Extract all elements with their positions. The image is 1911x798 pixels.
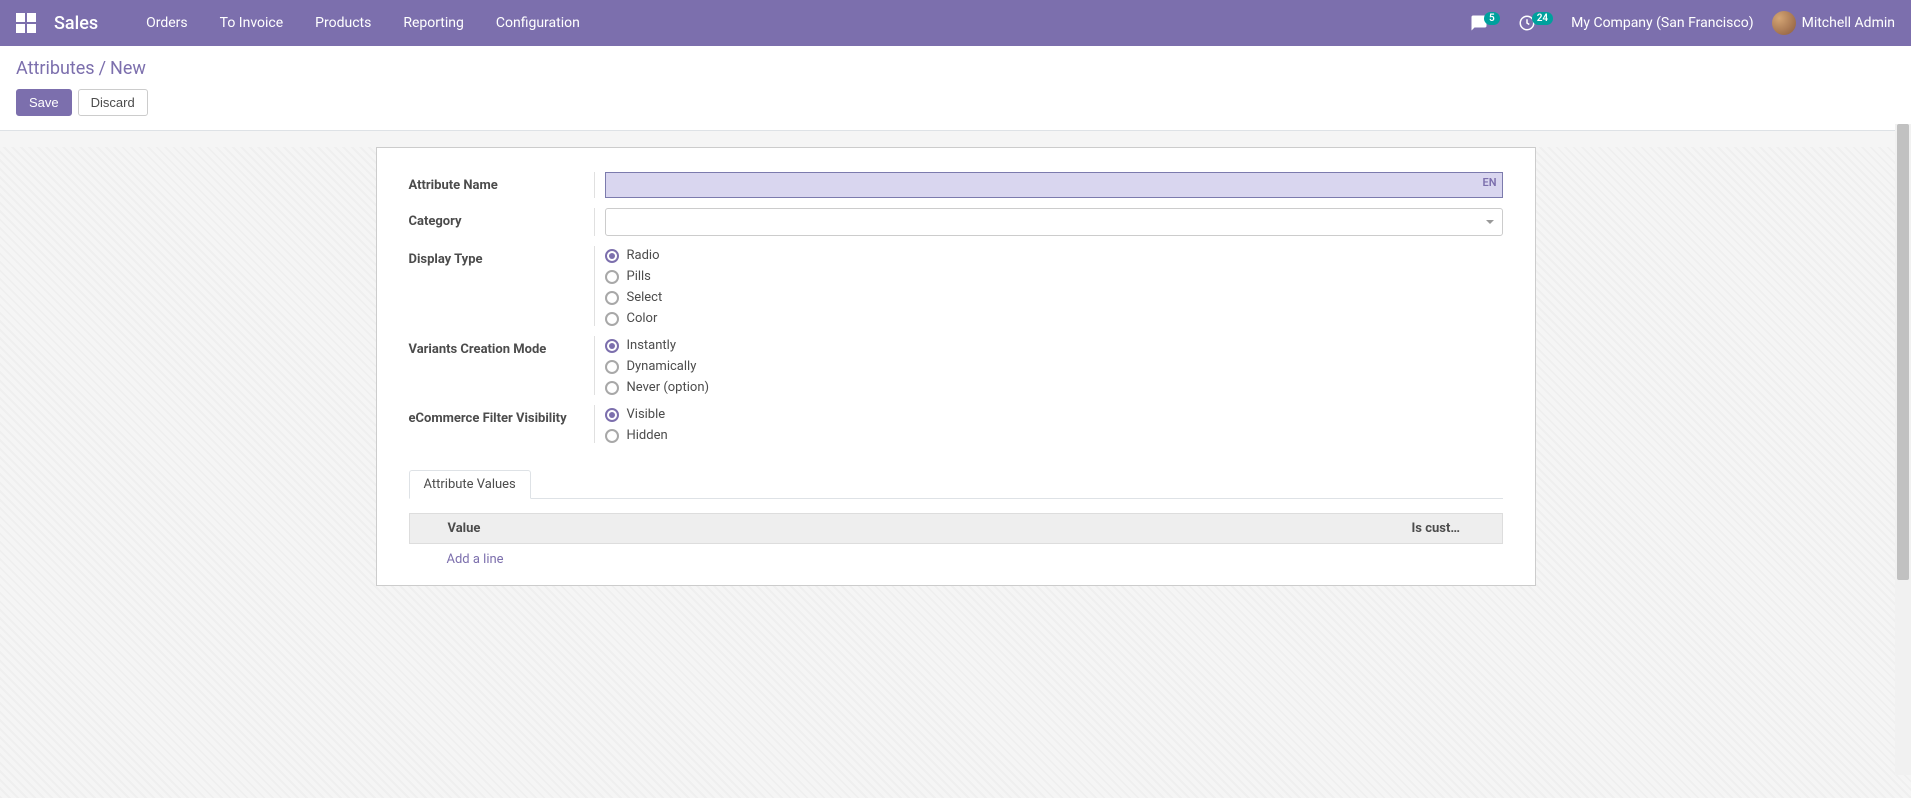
top-navbar: Sales Orders To Invoice Products Reporti… — [0, 0, 1911, 46]
main-area: Attribute Name EN Category Display Type … — [0, 147, 1911, 798]
scrollbar[interactable] — [1895, 124, 1911, 775]
tab-attribute-values[interactable]: Attribute Values — [409, 470, 531, 499]
radio-icon — [605, 249, 619, 263]
radio-icon — [605, 312, 619, 326]
radio-label: Never (option) — [627, 380, 710, 395]
radio-label: Visible — [627, 407, 666, 422]
variants-mode-option-2[interactable]: Never (option) — [605, 380, 1503, 395]
variants-mode-option-0[interactable]: Instantly — [605, 338, 1503, 353]
menu-to-invoice[interactable]: To Invoice — [204, 0, 300, 46]
radio-label: Hidden — [627, 428, 668, 443]
display-type-option-2[interactable]: Select — [605, 290, 1503, 305]
label-display-type: Display Type — [409, 246, 594, 267]
display-type-option-3[interactable]: Color — [605, 311, 1503, 326]
display-type-option-1[interactable]: Pills — [605, 269, 1503, 284]
breadcrumb-current: New — [110, 58, 146, 79]
company-switcher[interactable]: My Company (San Francisco) — [1571, 15, 1753, 31]
save-button[interactable]: Save — [16, 89, 72, 116]
display-type-options: Radio Pills Select Color — [605, 246, 1503, 326]
menu-reporting[interactable]: Reporting — [387, 0, 480, 46]
user-name: Mitchell Admin — [1802, 15, 1895, 31]
user-menu[interactable]: Mitchell Admin — [1772, 11, 1895, 35]
radio-icon — [605, 270, 619, 284]
app-brand[interactable]: Sales — [54, 13, 98, 34]
apps-icon[interactable] — [16, 13, 36, 33]
control-panel: Attributes/New Save Discard — [0, 46, 1911, 131]
ecom-visibility-option-0[interactable]: Visible — [605, 407, 1503, 422]
radio-icon — [605, 429, 619, 443]
ecom-visibility-option-1[interactable]: Hidden — [605, 428, 1503, 443]
radio-icon — [605, 360, 619, 374]
radio-icon — [605, 339, 619, 353]
tab-bar: Attribute Values — [409, 469, 1503, 499]
menu-products[interactable]: Products — [299, 0, 387, 46]
label-category: Category — [409, 208, 594, 229]
radio-label: Select — [627, 290, 663, 305]
nav-right: 5 24 My Company (San Francisco) Mitchell… — [1470, 11, 1895, 35]
radio-label: Pills — [627, 269, 651, 284]
scrollbar-thumb[interactable] — [1897, 124, 1909, 580]
messages-icon[interactable]: 5 — [1470, 14, 1500, 32]
radio-icon — [605, 408, 619, 422]
breadcrumb: Attributes/New — [16, 58, 1895, 79]
values-grid-body: Add a line — [409, 544, 1503, 575]
variants-mode-options: Instantly Dynamically Never (option) — [605, 336, 1503, 395]
activities-icon[interactable]: 24 — [1518, 14, 1553, 32]
values-grid-header: Value Is cust… — [409, 513, 1503, 544]
radio-label: Color — [627, 311, 658, 326]
radio-icon — [605, 291, 619, 305]
avatar-icon — [1772, 11, 1796, 35]
row-category: Category — [409, 208, 1503, 236]
chevron-down-icon — [1486, 220, 1494, 224]
col-header-is-custom[interactable]: Is cust… — [1402, 514, 1502, 543]
radio-icon — [605, 381, 619, 395]
discard-button[interactable]: Discard — [78, 89, 148, 116]
row-display-type: Display Type Radio Pills Select Color — [409, 246, 1503, 326]
action-buttons: Save Discard — [16, 89, 1895, 116]
messages-badge: 5 — [1484, 12, 1500, 25]
lang-badge[interactable]: EN — [1483, 176, 1497, 189]
row-attribute-name: Attribute Name EN — [409, 172, 1503, 198]
ecom-visibility-options: Visible Hidden — [605, 405, 1503, 443]
category-select[interactable] — [605, 208, 1503, 236]
menu-orders[interactable]: Orders — [130, 0, 204, 46]
label-ecom-visibility: eCommerce Filter Visibility — [409, 405, 594, 426]
nav-menu: Orders To Invoice Products Reporting Con… — [130, 0, 596, 46]
attribute-name-input[interactable] — [605, 172, 1503, 198]
activities-badge: 24 — [1532, 12, 1553, 25]
breadcrumb-parent[interactable]: Attributes — [16, 58, 95, 79]
radio-label: Instantly — [627, 338, 677, 353]
radio-label: Radio — [627, 248, 660, 263]
variants-mode-option-1[interactable]: Dynamically — [605, 359, 1503, 374]
radio-label: Dynamically — [627, 359, 697, 374]
col-header-value[interactable]: Value — [410, 514, 1402, 543]
row-variants-mode: Variants Creation Mode Instantly Dynamica… — [409, 336, 1503, 395]
add-a-line[interactable]: Add a line — [409, 544, 1503, 575]
display-type-option-0[interactable]: Radio — [605, 248, 1503, 263]
menu-configuration[interactable]: Configuration — [480, 0, 596, 46]
label-variants-mode: Variants Creation Mode — [409, 336, 594, 357]
form-sheet: Attribute Name EN Category Display Type … — [376, 147, 1536, 586]
row-ecom-visibility: eCommerce Filter Visibility Visible Hidde… — [409, 405, 1503, 443]
label-attribute-name: Attribute Name — [409, 172, 594, 193]
